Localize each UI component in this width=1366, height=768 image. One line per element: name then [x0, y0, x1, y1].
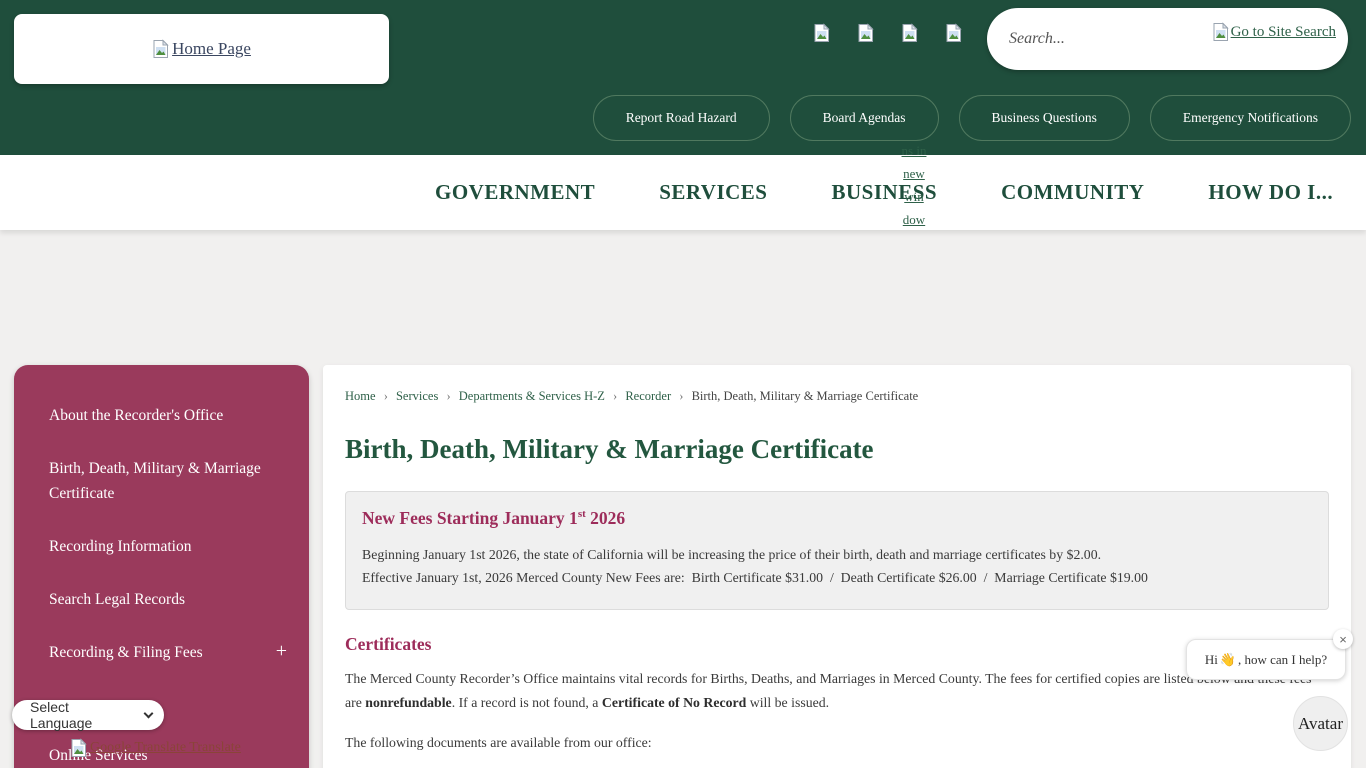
waving-hand-emoji-icon: 👋 [1220, 652, 1236, 668]
documents-available-line: The following documents are available fr… [345, 735, 1329, 751]
sidebar-item-label: Recording Information [49, 534, 191, 559]
main-content: Home › Services › Departments & Services… [323, 365, 1351, 768]
sidebar-item-about-recorders-office[interactable]: About the Recorder's Office [49, 403, 289, 428]
home-page-link-label: Home Page [172, 39, 251, 59]
page-title: Birth, Death, Military & Marriage Certif… [345, 434, 1329, 465]
breadcrumb-recorder[interactable]: Recorder [625, 389, 671, 403]
certificates-paragraph: The Merced County Recorder’s Office main… [345, 667, 1330, 714]
go-to-site-search-label: Go to Site Search [1231, 24, 1336, 41]
go-to-site-search-link[interactable]: Go to Site Search [1212, 22, 1336, 42]
new-fees-heading-sup: st [578, 508, 586, 520]
breadcrumb-separator: › [613, 389, 617, 403]
board-agendas-button[interactable]: Board Agendas [790, 95, 939, 141]
certificates-paragraph-text: will be issued. [746, 695, 829, 710]
breadcrumb-separator: › [679, 389, 683, 403]
sidebar-item-recording-information[interactable]: Recording Information [49, 534, 289, 559]
broken-image-alt-text-link[interactable]: ns in new win dow [897, 139, 931, 231]
chat-greeting-bubble[interactable]: Hi 👋 , how can I help? [1186, 639, 1346, 680]
social-link-4-icon[interactable] [945, 23, 963, 43]
sidebar-item-recording-filing-fees[interactable]: Recording & Filing Fees + [49, 640, 289, 665]
social-link-2-icon[interactable] [857, 23, 875, 43]
breadcrumb-separator: › [446, 389, 450, 403]
sidebar-item-label: About the Recorder's Office [49, 403, 223, 428]
sidebar-item-search-legal-records[interactable]: Search Legal Records [49, 587, 289, 612]
chevron-down-icon [144, 709, 154, 719]
social-link-1-icon[interactable] [813, 23, 831, 43]
new-fees-notice-box: New Fees Starting January 1st 2026 Begin… [345, 491, 1329, 610]
emergency-notifications-button[interactable]: Emergency Notifications [1150, 95, 1351, 141]
sidebar-item-label: Search Legal Records [49, 587, 185, 612]
chat-message-text: Hi [1205, 652, 1218, 668]
nav-government[interactable]: GOVERNMENT [435, 180, 595, 205]
home-page-link[interactable]: Home Page [152, 39, 251, 59]
broken-image-icon [70, 738, 88, 758]
language-select[interactable]: Select Language [12, 700, 164, 730]
nav-how-do-i[interactable]: HOW DO I... [1208, 180, 1333, 205]
google-translate-link[interactable]: Google Translate Translate [70, 738, 241, 758]
broken-image-icon [1212, 22, 1230, 42]
report-road-hazard-button[interactable]: Report Road Hazard [593, 95, 770, 141]
site-header: Home Page Go to Site Search Report Road … [0, 0, 1366, 155]
new-fees-heading: New Fees Starting January 1st 2026 [362, 508, 1312, 529]
broken-image-icon [152, 39, 170, 59]
breadcrumb-separator: › [384, 389, 388, 403]
new-fees-line-2: Effective January 1st, 2026 Merced Count… [362, 566, 1312, 589]
breadcrumb-home[interactable]: Home [345, 389, 376, 403]
new-fees-heading-text: New Fees Starting January 1 [362, 508, 578, 528]
chat-close-icon[interactable]: × [1333, 629, 1353, 649]
google-translate-widget: Select Language Google Translate Transla… [12, 700, 241, 758]
sidebar-item-birth-death-military-marriage[interactable]: Birth, Death, Military & Marriage Certif… [49, 456, 289, 506]
business-questions-button[interactable]: Business Questions [959, 95, 1130, 141]
nav-services[interactable]: SERVICES [659, 180, 767, 205]
new-fees-line-1: Beginning January 1st 2026, the state of… [362, 543, 1312, 566]
breadcrumb-departments-h-z[interactable]: Departments & Services H-Z [459, 389, 605, 403]
quick-links-row: Report Road Hazard Board Agendas Busines… [593, 95, 1351, 141]
certificate-of-no-record-bold-text: Certificate of No Record [602, 695, 746, 710]
breadcrumb: Home › Services › Departments & Services… [345, 389, 1329, 404]
social-icons-row [813, 23, 963, 43]
chat-avatar[interactable]: Avatar [1293, 696, 1348, 751]
language-select-label: Select Language [30, 699, 135, 731]
sidebar-item-label: Recording & Filing Fees [49, 640, 203, 665]
chat-message-text: , how can I help? [1238, 652, 1327, 668]
breadcrumb-current: Birth, Death, Military & Marriage Certif… [692, 389, 919, 403]
main-nav: GOVERNMENT SERVICES BUSINESS COMMUNITY H… [0, 155, 1366, 230]
expand-plus-icon[interactable]: + [276, 640, 289, 662]
search-bar: Go to Site Search [987, 8, 1348, 70]
new-fees-heading-year: 2026 [586, 508, 625, 528]
social-link-3-icon[interactable] [901, 23, 919, 43]
nav-community[interactable]: COMMUNITY [1001, 180, 1144, 205]
sidebar-item-label: Birth, Death, Military & Marriage Certif… [49, 456, 289, 506]
nonrefundable-bold-text: nonrefundable [365, 695, 451, 710]
certificates-heading: Certificates [345, 634, 1329, 655]
google-translate-link-label: Google Translate Translate [90, 740, 241, 756]
breadcrumb-services[interactable]: Services [396, 389, 438, 403]
certificates-paragraph-text: . If a record is not found, a [452, 695, 602, 710]
logo-box: Home Page [14, 14, 389, 84]
search-input[interactable] [1009, 30, 1199, 48]
